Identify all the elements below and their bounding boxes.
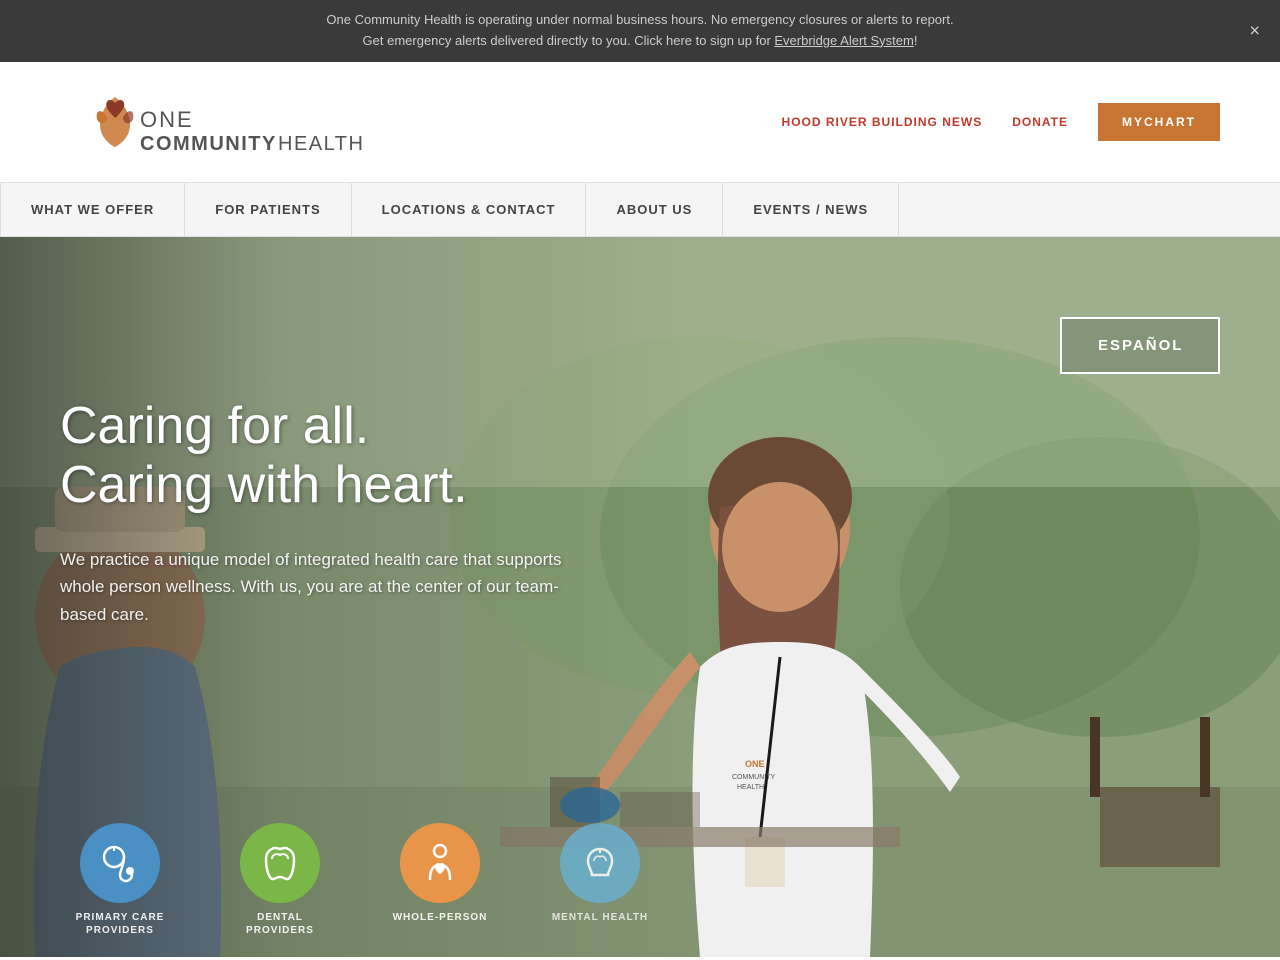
icon-card-primary-care[interactable]: PRIMARY CAREPROVIDERS [60, 823, 180, 937]
hero-section: ONE COMMUNITY HEALTH E [0, 237, 1280, 957]
brain-icon [578, 841, 622, 885]
donate-link[interactable]: DONATE [1012, 115, 1068, 129]
hero-content: Caring for all. Caring with heart. We pr… [60, 397, 580, 628]
site-header: ONE COMMUNITY HEALTH HOOD RIVER BUILDING… [0, 62, 1280, 182]
hero-icons: PRIMARY CAREPROVIDERS DENTALPROVIDERS [60, 823, 660, 957]
icon-card-mental-health[interactable]: MENTAL HEALTH [540, 823, 660, 937]
nav-item-for-patients[interactable]: FOR PATIENTS [185, 183, 351, 236]
svg-text:ONE: ONE [140, 107, 194, 132]
icon-card-dental[interactable]: DENTALPROVIDERS [220, 823, 340, 937]
svg-text:COMMUNITY: COMMUNITY [140, 133, 277, 155]
dental-icon-circle [240, 823, 320, 903]
nav-item-about-us[interactable]: ABOUT US [586, 183, 723, 236]
svg-text:COMMUNITY: COMMUNITY [732, 774, 775, 781]
mychart-button[interactable]: MYCHART [1098, 103, 1220, 141]
whole-person-icon-circle [400, 823, 480, 903]
header-right: HOOD RIVER BUILDING NEWS DONATE MYCHART [782, 103, 1220, 141]
mental-health-label: MENTAL HEALTH [552, 911, 648, 924]
main-nav: WHAT WE OFFER FOR PATIENTS LOCATIONS & C… [0, 182, 1280, 237]
icon-card-whole-person[interactable]: WHOLE-PERSON [380, 823, 500, 937]
hero-heading-line2: Caring with heart. [60, 456, 468, 514]
alert-close-button[interactable]: × [1249, 20, 1260, 41]
alert-text-line2-pre: Get emergency alerts delivered directly … [363, 33, 775, 48]
site-logo: ONE COMMUNITY HEALTH [60, 82, 380, 162]
person-heart-icon [418, 841, 462, 885]
hero-body-text: We practice a unique model of integrated… [60, 546, 580, 628]
hero-heading: Caring for all. Caring with heart. [60, 397, 580, 517]
svg-text:HEALTH: HEALTH [737, 784, 764, 791]
nav-item-locations-contact[interactable]: LOCATIONS & CONTACT [352, 183, 587, 236]
svg-text:ONE: ONE [745, 759, 765, 769]
tooth-icon [258, 841, 302, 885]
alert-text-line1: One Community Health is operating under … [326, 12, 953, 27]
hood-river-news-link[interactable]: HOOD RIVER BUILDING NEWS [782, 115, 983, 129]
dental-label: DENTALPROVIDERS [246, 911, 314, 937]
hero-heading-line1: Caring for all. [60, 397, 369, 455]
alert-text-line2-post: ! [914, 33, 918, 48]
primary-care-label: PRIMARY CAREPROVIDERS [76, 911, 165, 937]
whole-person-label: WHOLE-PERSON [393, 911, 488, 924]
stethoscope-icon [98, 841, 142, 885]
svg-text:HEALTH: HEALTH [278, 133, 364, 155]
nav-item-what-we-offer[interactable]: WHAT WE OFFER [0, 183, 185, 236]
logo-area[interactable]: ONE COMMUNITY HEALTH [60, 82, 380, 162]
alert-link[interactable]: Everbridge Alert System [774, 33, 913, 48]
alert-banner: One Community Health is operating under … [0, 0, 1280, 62]
primary-care-icon-circle [80, 823, 160, 903]
mental-health-icon-circle [560, 823, 640, 903]
nav-item-events-news[interactable]: EVENTS / NEWS [723, 183, 899, 236]
espanol-button[interactable]: ESPAÑOL [1060, 317, 1220, 374]
